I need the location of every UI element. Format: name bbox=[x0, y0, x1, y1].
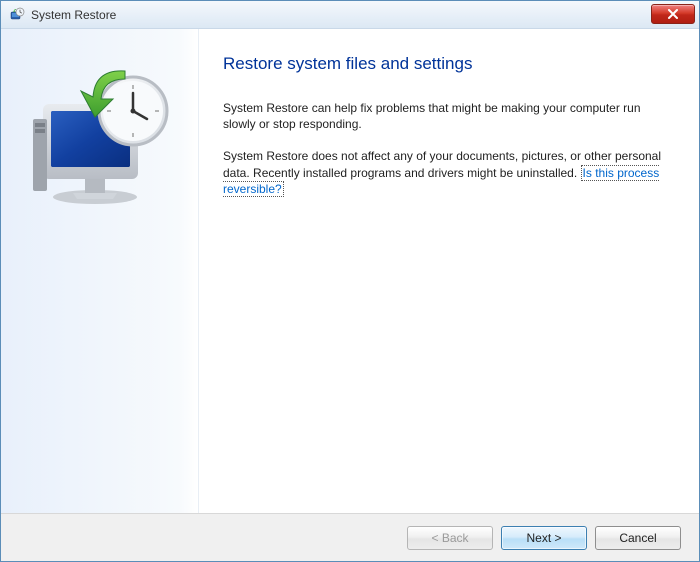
back-button: < Back bbox=[407, 526, 493, 550]
wizard-button-strip: < Back Next > Cancel bbox=[1, 513, 699, 561]
close-icon bbox=[667, 9, 679, 19]
content-area: Restore system files and settings System… bbox=[1, 29, 699, 513]
system-restore-illustration bbox=[25, 59, 175, 209]
window-title: System Restore bbox=[31, 8, 116, 22]
intro-paragraph-2: System Restore does not affect any of yo… bbox=[223, 148, 671, 197]
next-button[interactable]: Next > bbox=[501, 526, 587, 550]
wizard-sidebar bbox=[1, 29, 199, 513]
cancel-button[interactable]: Cancel bbox=[595, 526, 681, 550]
wizard-main-panel: Restore system files and settings System… bbox=[199, 29, 699, 513]
system-restore-icon bbox=[9, 7, 25, 23]
page-heading: Restore system files and settings bbox=[223, 54, 671, 74]
intro-paragraph-1: System Restore can help fix problems tha… bbox=[223, 100, 671, 132]
close-button[interactable] bbox=[651, 4, 695, 24]
wizard-window: System Restore bbox=[0, 0, 700, 562]
titlebar[interactable]: System Restore bbox=[1, 1, 699, 29]
